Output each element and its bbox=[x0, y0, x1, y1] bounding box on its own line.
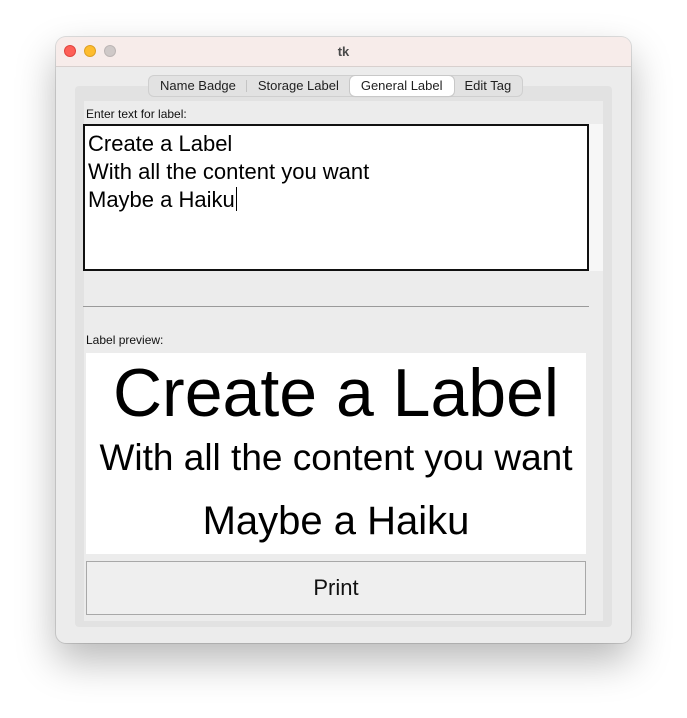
tab-general-label[interactable]: General Label bbox=[349, 76, 454, 96]
preview-line-2: With all the content you want bbox=[99, 437, 573, 478]
app-window: tk Name Badge Storage Label General Labe… bbox=[56, 37, 631, 643]
preview-heading: Label preview: bbox=[86, 333, 164, 347]
preview-line-1: Create a Label bbox=[112, 355, 560, 431]
text-line-3: Maybe a Haiku bbox=[88, 187, 235, 212]
print-button[interactable]: Print bbox=[86, 561, 586, 615]
text-cursor bbox=[235, 187, 237, 211]
label-preview: Create a Label With all the content you … bbox=[86, 353, 586, 554]
text-line-1: Create a Label bbox=[88, 131, 233, 156]
label-text-input[interactable]: Create a Label With all the content you … bbox=[83, 124, 589, 271]
tab-storage-label[interactable]: Storage Label bbox=[247, 76, 350, 96]
tab-edit-tag[interactable]: Edit Tag bbox=[454, 76, 523, 96]
title-bar[interactable]: tk bbox=[56, 37, 631, 67]
window-title: tk bbox=[337, 44, 350, 59]
section-separator bbox=[83, 306, 589, 307]
tab-name-badge[interactable]: Name Badge bbox=[149, 76, 247, 96]
text-entry-prompt: Enter text for label: bbox=[86, 107, 187, 121]
text-line-2: With all the content you want bbox=[88, 159, 370, 184]
preview-line-3: Maybe a Haiku bbox=[202, 499, 470, 543]
text-scrollbar[interactable] bbox=[589, 124, 603, 271]
notebook-tabs: Name Badge Storage Label General Label E… bbox=[148, 75, 524, 97]
